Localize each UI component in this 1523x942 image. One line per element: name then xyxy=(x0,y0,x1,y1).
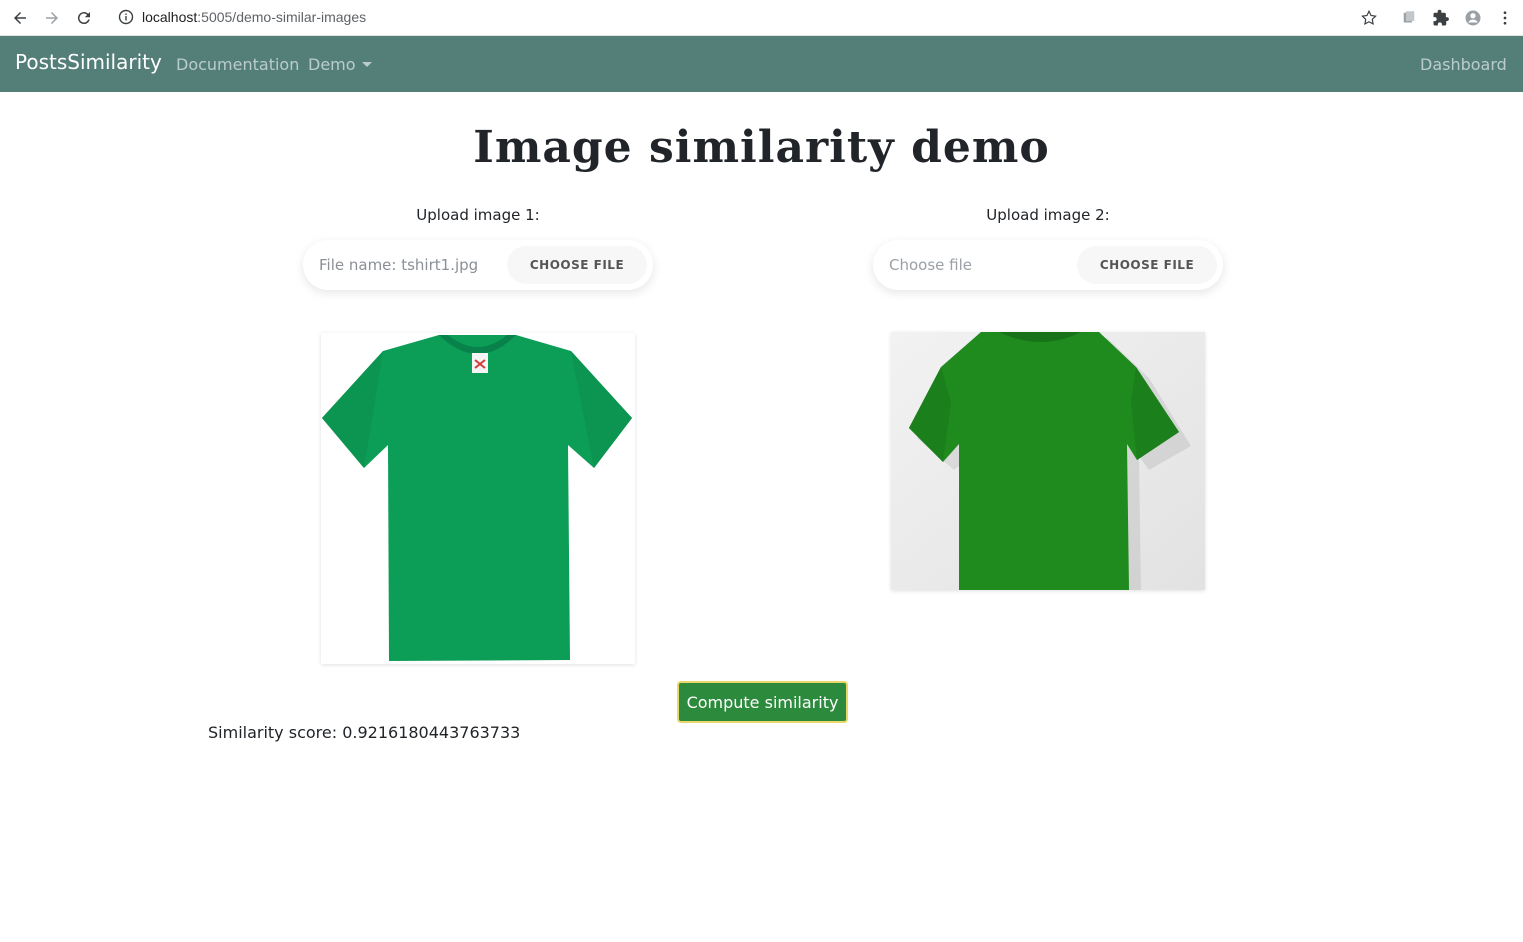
image-preview-2 xyxy=(891,332,1205,590)
address-bar[interactable]: localhost:5005/demo-similar-images xyxy=(108,3,1398,31)
menu-icon[interactable] xyxy=(1493,6,1517,30)
url-text: localhost:5005/demo-similar-images xyxy=(142,9,366,25)
file-name-2: Choose file xyxy=(889,256,972,274)
star-icon[interactable] xyxy=(1357,6,1381,30)
choose-file-button-2[interactable]: CHOOSE FILE xyxy=(1077,246,1217,284)
tshirt-image-1 xyxy=(321,333,635,664)
similarity-score: Similarity score: 0.9216180443763733 xyxy=(208,723,521,742)
info-icon[interactable] xyxy=(118,9,134,25)
page-title: Image similarity demo xyxy=(473,122,1050,173)
compute-similarity-button[interactable]: Compute similarity xyxy=(677,681,848,723)
upload-label-2: Upload image 2: xyxy=(986,206,1110,224)
nav-demo-dropdown[interactable]: Demo xyxy=(308,55,372,74)
nav-documentation[interactable]: Documentation xyxy=(176,55,299,74)
choose-file-button-1[interactable]: CHOOSE FILE xyxy=(507,246,647,284)
navbar: PostsSimilarity Documentation Demo Dashb… xyxy=(0,36,1523,92)
url-path: :5005/demo-similar-images xyxy=(197,9,367,25)
nav-demo-label: Demo xyxy=(308,55,356,74)
browser-toolbar: localhost:5005/demo-similar-images xyxy=(0,0,1523,36)
reload-icon[interactable] xyxy=(72,6,96,30)
file-input-2[interactable]: Choose file CHOOSE FILE xyxy=(873,240,1223,290)
forward-icon[interactable] xyxy=(40,6,64,30)
puzzle-icon[interactable] xyxy=(1429,6,1453,30)
nav-dashboard[interactable]: Dashboard xyxy=(1420,55,1507,74)
caret-down-icon xyxy=(361,62,372,67)
back-icon[interactable] xyxy=(8,6,32,30)
image-preview-1 xyxy=(321,333,635,664)
file-input-1[interactable]: File name: tshirt1.jpg CHOOSE FILE xyxy=(303,240,653,290)
profile-icon[interactable] xyxy=(1461,6,1485,30)
extension-icon[interactable] xyxy=(1397,6,1421,30)
url-host: localhost xyxy=(142,9,198,25)
upload-label-1: Upload image 1: xyxy=(416,206,540,224)
tshirt-image-2 xyxy=(891,332,1205,590)
navbar-brand[interactable]: PostsSimilarity xyxy=(15,50,162,74)
file-name-1: File name: tshirt1.jpg xyxy=(319,256,479,274)
